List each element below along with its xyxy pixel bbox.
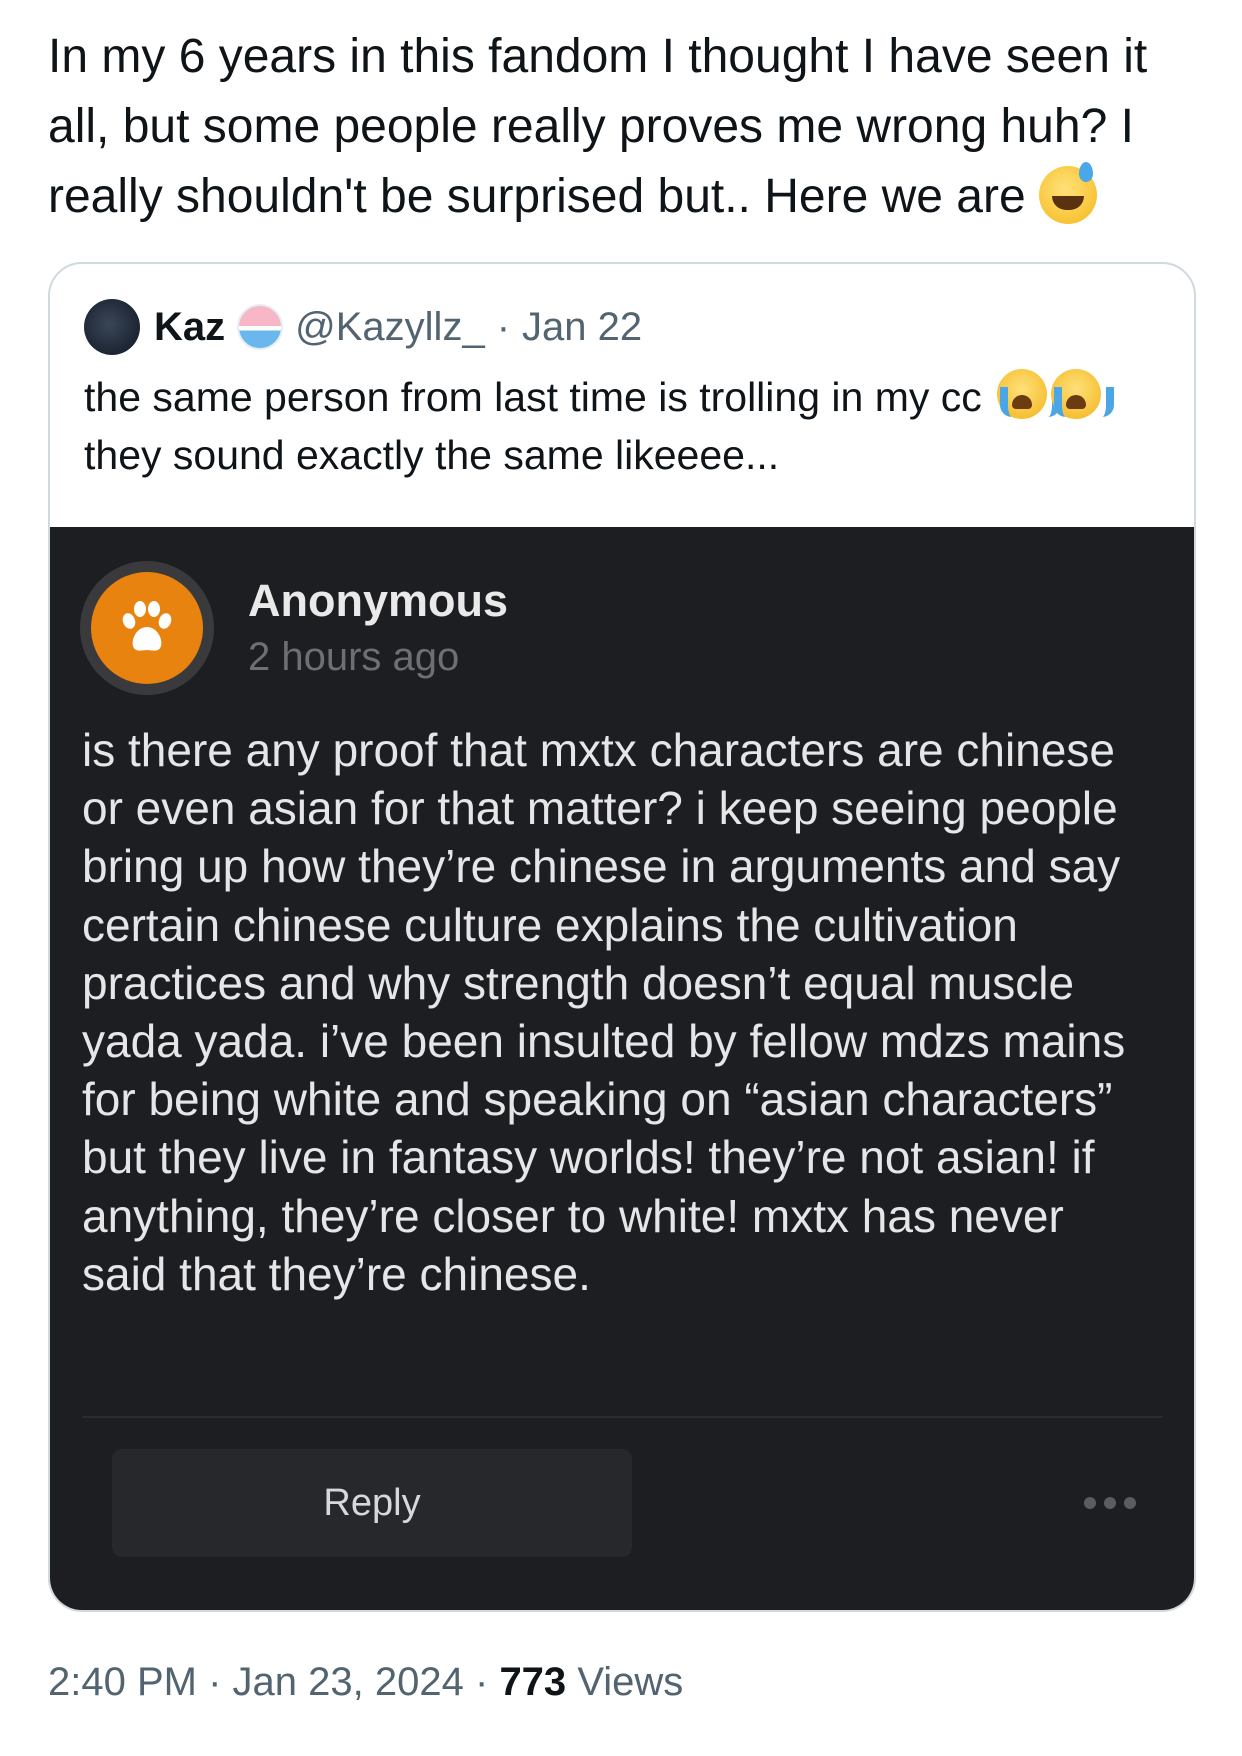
- more-dot: [1124, 1497, 1136, 1509]
- quoted-author-handle[interactable]: @Kazyllz_: [295, 305, 485, 350]
- anonymous-author-name: Anonymous: [248, 575, 509, 626]
- quoted-tweet-text: the same person from last time is trolli…: [84, 368, 1174, 484]
- tweet-detail: In my 6 years in this fandom I thought I…: [0, 0, 1242, 1756]
- more-dot: [1084, 1497, 1096, 1509]
- quoted-text-line1: the same person from last time is trolli…: [84, 374, 982, 420]
- tweet-metadata: 2:40 PM · Jan 23, 2024 · 773 Views: [48, 1660, 683, 1705]
- anonymous-avatar: [80, 561, 214, 695]
- quoted-screenshot-image[interactable]: Anonymous 2 hours ago is there any proof…: [50, 527, 1194, 1610]
- views-count[interactable]: 773: [499, 1660, 566, 1704]
- divider: [82, 1416, 1162, 1418]
- anonymous-avatar-circle: [91, 572, 203, 684]
- quoted-text-line2: they sound exactly the same likeeee...: [84, 432, 780, 478]
- shaved-ice-emoji-icon: [237, 304, 284, 350]
- more-options-icon[interactable]: [1084, 1491, 1138, 1515]
- tweet-date[interactable]: Jan 23, 2024: [233, 1660, 464, 1704]
- views-label: Views: [577, 1660, 684, 1704]
- quoted-tweet-date[interactable]: Jan 22: [522, 305, 642, 350]
- more-dot: [1104, 1497, 1116, 1509]
- meta-separator: ·: [474, 1660, 489, 1704]
- anonymous-message-body: is there any proof that mxtx characters …: [82, 724, 1126, 1300]
- quoted-tweet-header: Kaz @Kazyllz_ · Jan 22: [84, 296, 642, 358]
- paw-icon: [122, 601, 172, 651]
- tweet-time[interactable]: 2:40 PM: [48, 1660, 197, 1704]
- meta-separator: ·: [208, 1660, 222, 1704]
- quoted-tweet-card[interactable]: Kaz @Kazyllz_ · Jan 22 the same person f…: [48, 262, 1196, 1612]
- avatar[interactable]: [84, 299, 140, 355]
- anonymous-timestamp: 2 hours ago: [248, 635, 460, 679]
- header-separator: ·: [496, 304, 511, 349]
- loudly-crying-emoji-icon: [997, 369, 1061, 419]
- loudly-crying-emoji-icon: [1051, 369, 1115, 419]
- tweet-text-content: In my 6 years in this fandom I thought I…: [48, 30, 1148, 223]
- reply-button[interactable]: Reply: [112, 1449, 632, 1557]
- tweet-text: In my 6 years in this fandom I thought I…: [48, 22, 1198, 232]
- quoted-author-name[interactable]: Kaz: [154, 305, 225, 350]
- sweat-smile-emoji-icon: [1039, 162, 1098, 224]
